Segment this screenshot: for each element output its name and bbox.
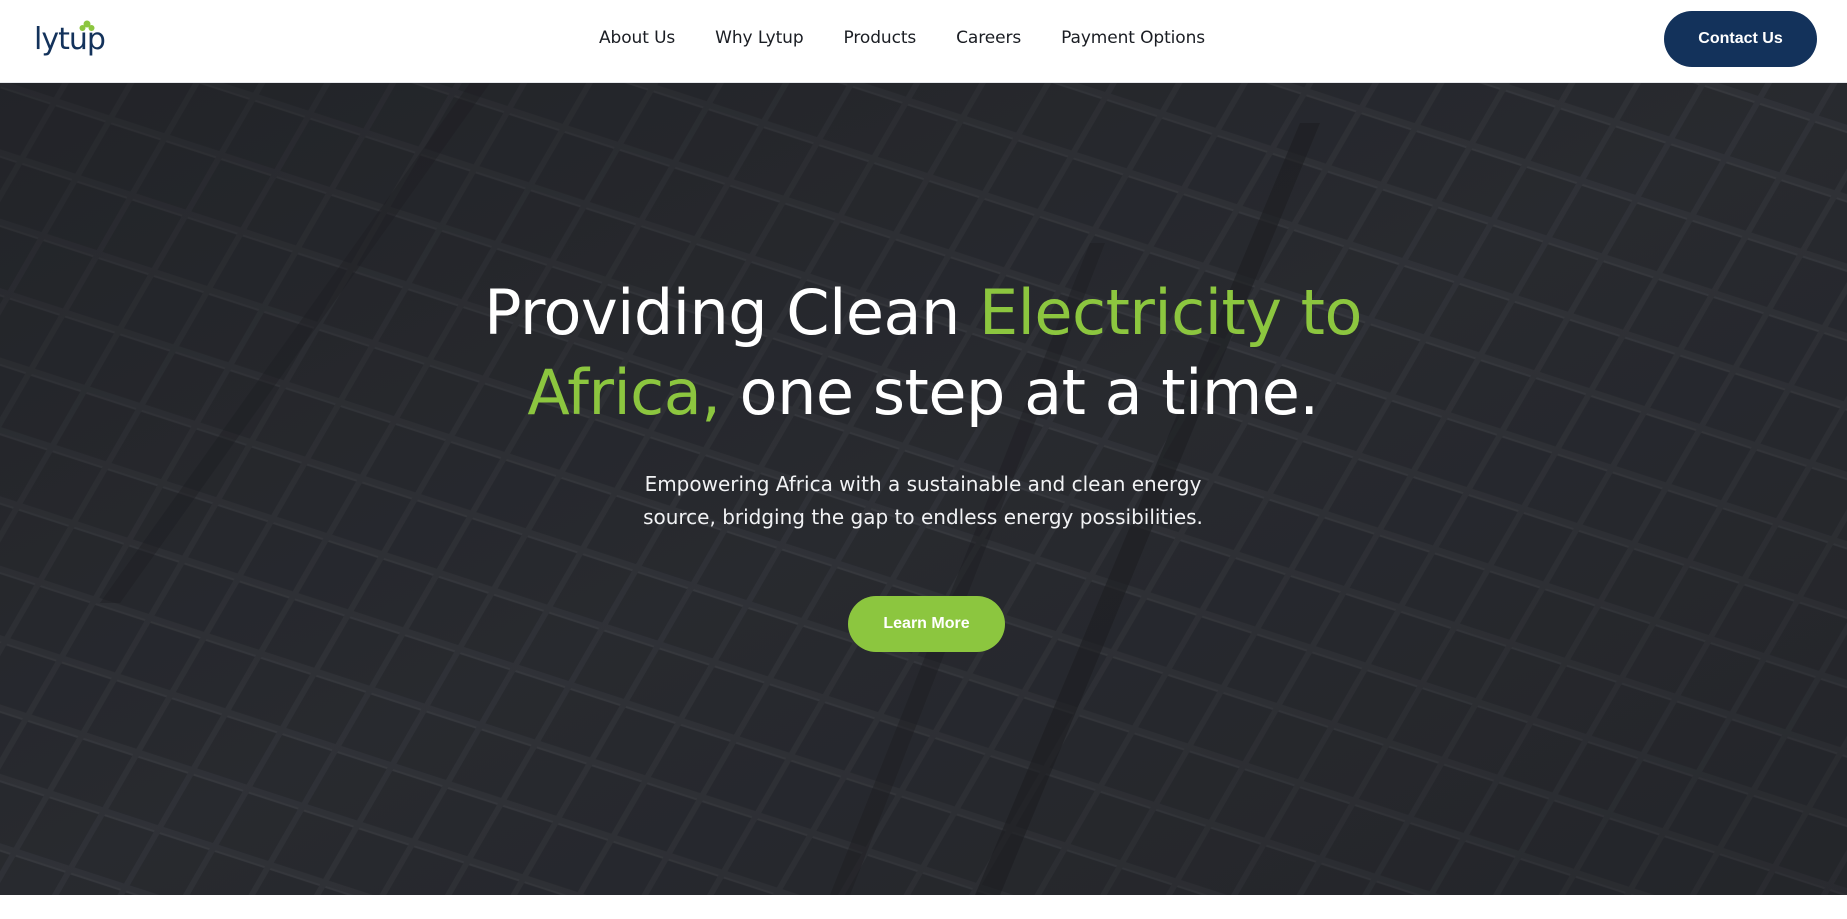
- headline-text-2: one step at a time.: [720, 356, 1319, 429]
- learn-more-button[interactable]: Learn More: [848, 596, 1005, 652]
- headline-accent-1: Electricity to: [978, 276, 1362, 349]
- headline-accent-2: Africa,: [527, 356, 721, 429]
- nav-why-lytup[interactable]: Why Lytup: [715, 28, 803, 48]
- lytup-logo[interactable]: lytup: [34, 18, 110, 62]
- nav-products[interactable]: Products: [844, 28, 917, 48]
- hero-headline: Providing Clean Electricity to Africa, on…: [423, 273, 1423, 433]
- main-nav: About Us Why Lytup Products Careers Paym…: [599, 0, 1205, 76]
- headline-text-1: Providing Clean: [484, 276, 979, 349]
- hero-subtext: Empowering Africa with a sustainable and…: [573, 468, 1273, 534]
- hero-section: Providing Clean Electricity to Africa, on…: [0, 83, 1847, 895]
- site-header: lytup About Us Why Lytup Products Career…: [0, 0, 1847, 83]
- subtext-line-2: source, bridging the gap to endless ener…: [643, 505, 1203, 529]
- nav-payment-options[interactable]: Payment Options: [1061, 28, 1205, 48]
- contact-us-button[interactable]: Contact Us: [1664, 11, 1817, 67]
- nav-careers[interactable]: Careers: [956, 28, 1021, 48]
- subtext-line-1: Empowering Africa with a sustainable and…: [644, 472, 1202, 496]
- nav-about-us[interactable]: About Us: [599, 28, 675, 48]
- hero-content: Providing Clean Electricity to Africa, on…: [0, 83, 1847, 895]
- leaf-icon: [79, 20, 95, 31]
- page-below-hero: [0, 895, 1847, 919]
